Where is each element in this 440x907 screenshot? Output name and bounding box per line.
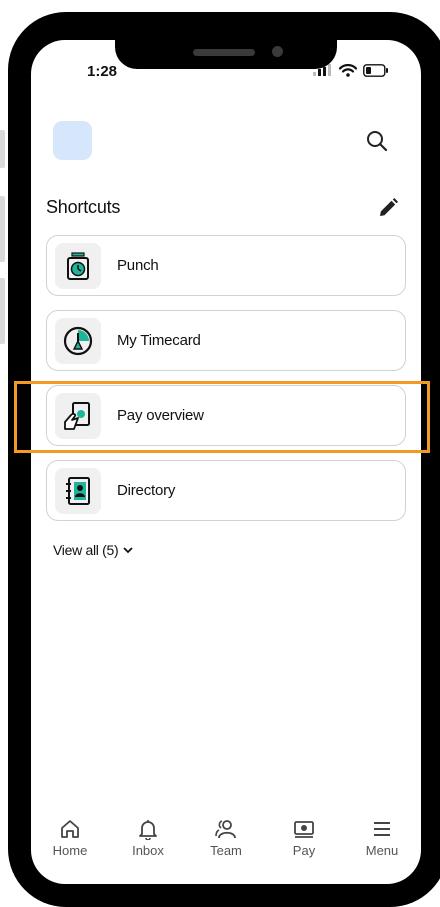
- shortcut-label: Pay overview: [117, 407, 204, 424]
- wifi-icon: [339, 63, 357, 77]
- shortcut-icon-box: [55, 317, 101, 364]
- pencil-icon: [380, 198, 398, 216]
- nav-home[interactable]: Home: [31, 810, 109, 870]
- screen: 1:28 Shortcuts Punch My Timecard Pay ove…: [31, 40, 421, 884]
- shortcut-card-pay-overview[interactable]: Pay overview: [46, 385, 406, 446]
- nav-label: Home: [52, 843, 88, 858]
- team-icon: [215, 820, 236, 839]
- silent-switch: [0, 130, 5, 168]
- edit-shortcuts-button[interactable]: [374, 194, 402, 222]
- shortcut-label: My Timecard: [117, 332, 201, 349]
- battery-icon: [363, 63, 388, 77]
- front-camera: [272, 46, 283, 57]
- pay-icon: [294, 821, 314, 838]
- bottom-nav: Home Inbox Team Pay Menu: [31, 810, 421, 870]
- nav-label: Pay: [292, 843, 316, 858]
- nav-label: Menu: [365, 843, 399, 858]
- nav-menu[interactable]: Menu: [343, 810, 421, 870]
- menu-icon: [374, 822, 390, 836]
- shortcut-icon-box: [55, 467, 101, 514]
- shortcut-card-directory[interactable]: Directory: [46, 460, 406, 521]
- shortcut-icon-box: [55, 392, 101, 439]
- timecard-icon: [63, 326, 93, 355]
- nav-team[interactable]: Team: [187, 810, 265, 870]
- avatar[interactable]: [53, 121, 92, 160]
- pay-overview-icon: [64, 401, 90, 430]
- shortcut-icon-box: [55, 242, 101, 289]
- search-button[interactable]: [363, 127, 391, 155]
- chevron-down-icon: [123, 547, 134, 554]
- volume-up-button: [0, 196, 5, 262]
- nav-inbox[interactable]: Inbox: [109, 810, 187, 870]
- home-icon: [61, 820, 79, 838]
- view-all-label: View all (5): [53, 542, 119, 558]
- volume-down-button: [0, 278, 5, 344]
- shortcut-label: Punch: [117, 257, 159, 274]
- shortcuts-title: Shortcuts: [46, 197, 121, 217]
- shortcut-card-punch[interactable]: Punch: [46, 235, 406, 296]
- speaker: [193, 49, 255, 56]
- directory-icon: [66, 476, 90, 505]
- nav-label: Inbox: [132, 843, 164, 858]
- status-time: 1:28: [87, 63, 118, 80]
- shortcut-label: Directory: [117, 482, 176, 499]
- search-icon: [367, 131, 388, 152]
- notch: [115, 25, 337, 69]
- nav-label: Team: [210, 843, 242, 858]
- shortcut-card-timecard[interactable]: My Timecard: [46, 310, 406, 371]
- nav-pay[interactable]: Pay: [265, 810, 343, 870]
- bell-icon: [139, 820, 157, 840]
- punch-clock-icon: [67, 251, 89, 280]
- view-all-link[interactable]: View all (5): [53, 542, 134, 558]
